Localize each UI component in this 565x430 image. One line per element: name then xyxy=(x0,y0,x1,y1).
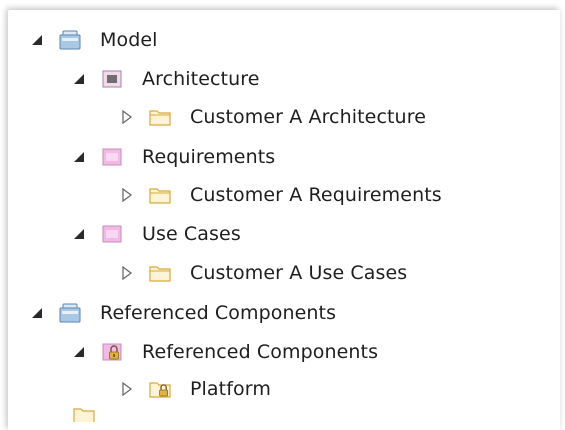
collapsed-arrow-icon[interactable] xyxy=(120,110,134,124)
expanded-arrow-icon[interactable] xyxy=(72,227,86,241)
locked-folder-icon xyxy=(148,379,172,399)
tree-item-label: Customer A Use Cases xyxy=(190,262,408,284)
tree-item-label: Requirements xyxy=(142,146,276,168)
tree-item-referenced-components-root[interactable]: Referenced Components xyxy=(30,296,336,330)
tree-item-label: Platform xyxy=(190,378,271,400)
tree-item-requirements[interactable]: Requirements xyxy=(72,140,275,174)
model-package-icon xyxy=(58,30,82,50)
tree-item-use-cases[interactable]: Use Cases xyxy=(72,217,241,251)
folder-icon xyxy=(148,263,172,283)
tree-item-platform[interactable]: Platform xyxy=(120,372,271,406)
tree-item-label: Referenced Components xyxy=(142,341,379,363)
architecture-view-icon xyxy=(100,69,124,89)
collapsed-arrow-icon[interactable] xyxy=(120,382,134,396)
locked-view-icon xyxy=(100,342,124,362)
expanded-arrow-icon[interactable] xyxy=(72,150,86,164)
tree-item-label: Customer A Architecture xyxy=(190,106,426,128)
expanded-arrow-icon[interactable] xyxy=(72,72,86,86)
tree-item-label: Architecture xyxy=(142,68,260,90)
requirements-view-icon xyxy=(100,147,124,167)
use-cases-view-icon xyxy=(100,224,124,244)
tree-item-customer-a-requirements[interactable]: Customer A Requirements xyxy=(120,178,442,212)
folder-icon xyxy=(148,185,172,205)
collapsed-arrow-icon[interactable] xyxy=(120,188,134,202)
tree-item-customer-a-architecture[interactable]: Customer A Architecture xyxy=(120,100,426,134)
expanded-arrow-icon[interactable] xyxy=(72,345,86,359)
tree-item-customer-a-use-cases[interactable]: Customer A Use Cases xyxy=(120,256,407,290)
expanded-arrow-icon[interactable] xyxy=(30,33,44,47)
project-browser-panel: Model Architecture Customer A Architectu… xyxy=(8,10,560,430)
folder-icon xyxy=(148,107,172,127)
tree-item-model[interactable]: Model xyxy=(30,23,158,57)
folder-icon xyxy=(72,408,96,422)
tree-item-label: Referenced Components xyxy=(100,302,337,324)
tree-item-referenced-components[interactable]: Referenced Components xyxy=(72,335,378,369)
model-package-icon xyxy=(58,303,82,323)
tree-item-label: Use Cases xyxy=(142,223,241,245)
tree-item-label: Customer A Requirements xyxy=(190,184,442,206)
expanded-arrow-icon[interactable] xyxy=(30,306,44,320)
collapsed-arrow-icon[interactable] xyxy=(120,266,134,280)
tree-item-label: Model xyxy=(100,29,158,51)
tree-item-architecture[interactable]: Architecture xyxy=(72,62,260,96)
tree-item-cutoff xyxy=(58,408,114,422)
